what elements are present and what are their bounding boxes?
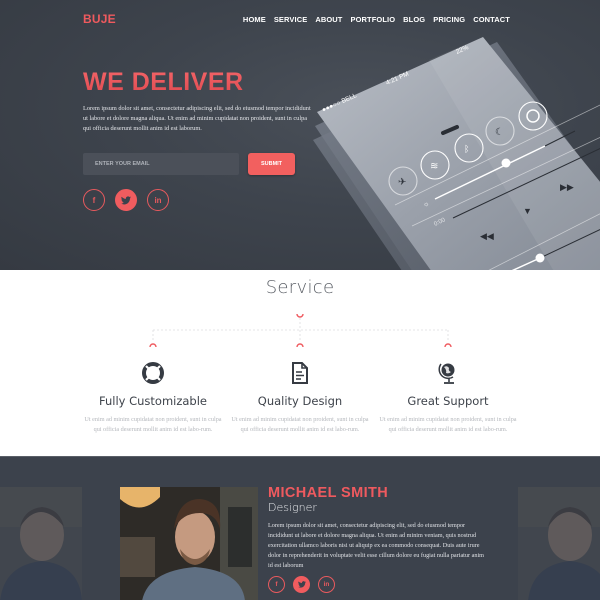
nav-about[interactable]: ABOUT (315, 15, 342, 24)
team-section: MICHAEL SMITH Designer Lorem ipsum dolor… (0, 456, 600, 600)
airplane-icon: ✈ (398, 177, 406, 188)
connector-arc-3 (444, 343, 452, 348)
team-photo-prev[interactable] (0, 487, 82, 600)
main-nav: HOME SERVICE ABOUT PORTFOLIO BLOG PRICIN… (243, 15, 510, 24)
member-role: Designer (268, 501, 317, 514)
nav-home[interactable]: HOME (243, 15, 266, 24)
rewind-icon: ◀◀ (480, 231, 494, 241)
nav-blog[interactable]: BLOG (403, 15, 425, 24)
service-item-text: Ut enim ad minim cupidatat non proident,… (379, 416, 517, 433)
moon-icon: ☾ (495, 127, 504, 138)
phone-illustration: ●●●○○ BELL 4:21 PM 22% ✈ ≋ ᛒ ☾ ☼ 0:00 ▶▶… (313, 37, 600, 270)
logo[interactable]: BUJE (83, 12, 116, 26)
service-item-customizable: Fully Customizable Ut enim ad minim cupi… (79, 360, 227, 435)
document-icon (292, 362, 308, 384)
facebook-icon: f (92, 195, 96, 205)
service-item-title: Great Support (407, 394, 489, 408)
member-linkedin-button[interactable]: in (318, 576, 335, 593)
connector-top-arc (296, 313, 304, 318)
linkedin-icon: in (154, 195, 162, 205)
member-twitter-button[interactable] (293, 576, 310, 593)
lifebuoy-icon (142, 362, 164, 384)
service-section: Service Fully Customizable Ut enim ad mi… (0, 270, 600, 456)
member-social-links: f in (268, 576, 335, 593)
play-icon: ▼ (523, 206, 532, 216)
email-input[interactable] (83, 153, 239, 175)
hero-title: WE DELIVER (83, 68, 244, 96)
member-name: MICHAEL SMITH (268, 485, 389, 501)
hero-social-links: f in (83, 189, 169, 211)
service-item-quality: Quality Design Ut enim ad minim cupidata… (226, 360, 374, 435)
connector-arc-2 (296, 343, 304, 348)
facebook-button[interactable]: f (83, 189, 105, 211)
fast-forward-icon: ▶▶ (560, 182, 574, 192)
service-item-title: Quality Design (257, 394, 343, 408)
connector-arc-1 (149, 343, 157, 348)
brightness-slider-handle (501, 158, 511, 168)
linkedin-icon: in (323, 581, 330, 588)
team-member-photo (120, 487, 258, 600)
service-item-text: Ut enim ad minim cupidatat non proident,… (84, 416, 222, 433)
bluetooth-icon: ᛒ (464, 144, 469, 154)
hero-section: BUJE HOME SERVICE ABOUT PORTFOLIO BLOG P… (0, 0, 600, 270)
team-photo-next[interactable] (518, 487, 600, 600)
brightness-icon: ☼ (423, 201, 429, 208)
nav-pricing[interactable]: PRICING (433, 15, 465, 24)
linkedin-button[interactable]: in (147, 189, 169, 211)
service-item-title: Fully Customizable (98, 394, 208, 408)
twitter-icon (121, 195, 131, 204)
nav-contact[interactable]: CONTACT (473, 15, 510, 24)
volume-slider-handle (535, 253, 545, 263)
facebook-icon: f (275, 581, 278, 588)
member-facebook-button[interactable]: f (268, 576, 285, 593)
service-item-text: Ut enim ad minim cupidatat non proident,… (231, 416, 369, 433)
twitter-icon (297, 581, 306, 588)
nav-portfolio[interactable]: PORTFOLIO (351, 15, 396, 24)
member-bio: Lorem ipsum dolor sit amet, consectetur … (268, 522, 484, 569)
phone-mockup: ●●●○○ BELL 4:21 PM 22% ✈ ≋ ᛒ ☾ ☼ 0:00 ▶▶… (305, 30, 600, 270)
nav-service[interactable]: SERVICE (274, 15, 308, 24)
hero-description: Lorem ipsum dolor sit amet, consectetur … (83, 105, 311, 133)
service-item-support: Great Support Ut enim ad minim cupidatat… (374, 360, 522, 435)
twitter-button[interactable] (115, 189, 137, 211)
service-connector-lines (149, 313, 452, 348)
submit-button[interactable]: SUBMIT (248, 153, 295, 175)
wifi-icon: ≋ (430, 161, 438, 172)
globe-icon (438, 363, 455, 384)
